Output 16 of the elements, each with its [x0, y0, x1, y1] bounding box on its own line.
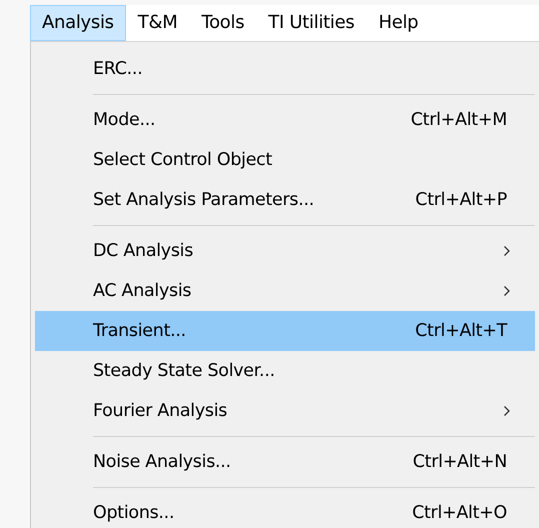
menu-bar-item[interactable]: Help	[366, 5, 430, 41]
menu-item[interactable]: Set Analysis Parameters... Ctrl+Alt+P	[35, 180, 535, 220]
menu-bar-item[interactable]: T&M	[126, 5, 190, 41]
menu-item[interactable]: Fourier Analysis	[35, 391, 535, 431]
menu-bar-item[interactable]: TI Utilities	[256, 5, 366, 41]
menu-item[interactable]: DC Analysis	[35, 231, 535, 271]
menu-item[interactable]: Steady State Solver...	[35, 351, 535, 391]
menu-item[interactable]: AC Analysis	[35, 271, 535, 311]
menu-bar-item[interactable]: Analysis	[30, 5, 126, 41]
menu-item[interactable]: Options... Ctrl+Alt+O	[35, 493, 535, 528]
menu-item[interactable]: Noise Analysis... Ctrl+Alt+N	[35, 442, 535, 482]
menu-bar-item[interactable]: Tools	[189, 5, 256, 41]
menu-item[interactable]: Mode... Ctrl+Alt+M	[35, 100, 535, 140]
menu-item[interactable]: ERC...	[35, 49, 535, 89]
menu-item[interactable]: Select Control Object	[35, 140, 535, 180]
menu-item[interactable]: Transient... Ctrl+Alt+T	[35, 311, 535, 351]
